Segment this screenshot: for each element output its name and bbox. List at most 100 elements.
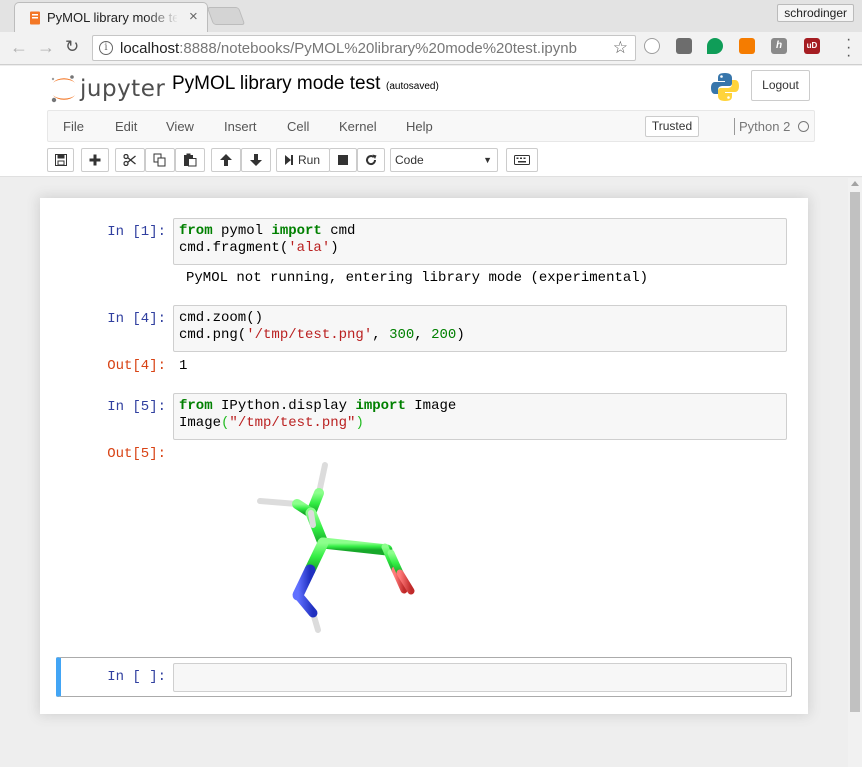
arrow-up-icon <box>220 154 232 166</box>
code-line: cmd.zoom() <box>179 310 263 326</box>
restart-kernel-button[interactable] <box>357 148 385 172</box>
jupyter-logo-text: jupyter <box>80 76 166 102</box>
move-down-button[interactable] <box>241 148 271 172</box>
code-cell-input[interactable]: cmd.zoom() cmd.png('/tmp/test.png', 300,… <box>173 305 787 352</box>
jupyter-notebook-favicon-icon <box>30 11 40 25</box>
menu-help[interactable]: Help <box>406 119 433 134</box>
cell-type-select[interactable]: Code ▼ <box>390 148 498 172</box>
code-token: 'ala' <box>288 240 331 256</box>
code-line: Image("/tmp/test.png") <box>179 415 364 431</box>
paste-button[interactable] <box>175 148 205 172</box>
menu-file[interactable]: File <box>63 119 84 134</box>
output-prompt: Out[4]: <box>107 358 166 374</box>
menu-cell[interactable]: Cell <box>287 119 309 134</box>
url-text: localhost:8888/notebooks/PyMOL%20library… <box>120 40 577 57</box>
code-token: ) <box>456 327 465 343</box>
refresh-icon <box>366 154 377 166</box>
trusted-indicator[interactable]: Trusted <box>645 116 699 137</box>
code-token: 300 <box>389 327 415 343</box>
code-token: cmd.fragment( <box>179 240 289 256</box>
command-palette-button[interactable] <box>506 148 538 172</box>
code-token: cmd.zoom() <box>179 310 264 326</box>
menu-view[interactable]: View <box>166 119 194 134</box>
stop-icon <box>338 155 348 165</box>
arrow-down-icon <box>250 154 262 166</box>
rss-ext-icon[interactable] <box>739 38 755 54</box>
notebook-title[interactable]: PyMOL library mode test <box>172 73 380 95</box>
chevron-down-icon: ▼ <box>483 155 492 165</box>
logout-button[interactable]: Logout <box>751 70 810 101</box>
jupyter-logo-icon <box>51 75 75 103</box>
scrollbar-thumb[interactable] <box>850 192 860 712</box>
molecule-bonds <box>257 462 415 633</box>
menu-kernel[interactable]: Kernel <box>339 119 377 134</box>
molecule-render-image <box>257 462 415 633</box>
cell-type-value: Code <box>395 153 424 167</box>
run-label: Run <box>298 153 321 167</box>
save-button[interactable] <box>47 148 74 172</box>
browser-toolbar: ← → ↻ i localhost:8888/notebooks/PyMOL%2… <box>0 32 862 65</box>
grey-ext-icon[interactable] <box>644 38 660 54</box>
cell-output-text: PyMOL not running, entering library mode… <box>186 270 649 286</box>
address-bar[interactable]: i localhost:8888/notebooks/PyMOL%20libra… <box>92 35 636 61</box>
browser-tab[interactable]: PyMOL library mode test × <box>14 2 208 32</box>
back-arrow-icon[interactable]: ← <box>10 37 28 57</box>
insert-cell-button[interactable] <box>81 148 109 172</box>
forward-arrow-icon[interactable]: → <box>37 37 55 57</box>
code-token: cmd <box>321 223 356 239</box>
save-icon <box>54 154 67 166</box>
paste-icon <box>184 153 197 167</box>
reload-icon[interactable]: ↻ <box>65 37 79 57</box>
menu-insert[interactable]: Insert <box>224 119 257 134</box>
code-token: ) <box>355 415 364 431</box>
jupyter-logo[interactable]: jupyter <box>50 72 166 106</box>
empty-code-cell-input[interactable] <box>173 663 787 692</box>
code-cell-input[interactable]: from IPython.display import Image Image(… <box>173 393 787 440</box>
cell-output-text: 1 <box>179 358 188 374</box>
interrupt-kernel-button[interactable] <box>329 148 357 172</box>
browser-profile-button[interactable]: schrodinger <box>777 4 854 22</box>
step-forward-icon <box>285 155 293 165</box>
copy-button[interactable] <box>145 148 175 172</box>
input-prompt: In [5]: <box>107 399 166 415</box>
scroll-up-icon[interactable] <box>851 181 859 186</box>
code-token: , <box>414 327 432 343</box>
green-drop-ext-icon[interactable] <box>707 38 723 54</box>
bookmark-star-icon[interactable]: ☆ <box>613 38 628 58</box>
code-token: IPython.display <box>212 398 356 414</box>
move-up-button[interactable] <box>211 148 241 172</box>
tab-title-fade <box>145 7 179 29</box>
code-token: ) <box>330 240 339 256</box>
h-ext-icon[interactable]: h <box>771 38 787 54</box>
notebook-menubar: File Edit View Insert Cell Kernel Help T… <box>47 110 815 142</box>
kernel-separator <box>734 118 735 135</box>
code-token: cmd.png( <box>179 327 247 343</box>
code-token: from <box>179 398 213 414</box>
ublock-ext-icon[interactable]: uD <box>804 38 820 54</box>
code-line: cmd.png('/tmp/test.png', 300, 200) <box>179 327 465 343</box>
autosave-status: (autosaved) <box>386 81 439 92</box>
code-token: "/tmp/test.png" <box>229 415 356 431</box>
browser-menu-icon[interactable]: · · · <box>846 32 851 64</box>
code-token: pymol <box>212 223 272 239</box>
pocket-ext-icon[interactable] <box>676 38 692 54</box>
input-prompt: In [1]: <box>107 224 166 240</box>
url-path: :8888/notebooks/PyMOL%20library%20mode%2… <box>179 40 577 57</box>
code-cell-input[interactable]: from pymol import cmd cmd.fragment('ala'… <box>173 218 787 265</box>
keyboard-icon <box>514 155 530 165</box>
tab-close-icon[interactable]: × <box>189 8 198 25</box>
cut-button[interactable] <box>115 148 145 172</box>
python-logo-icon <box>711 73 739 101</box>
new-tab-button[interactable] <box>206 7 246 25</box>
site-info-icon[interactable]: i <box>99 41 113 55</box>
page-scrollbar[interactable] <box>848 178 862 767</box>
run-cell-button[interactable]: Run <box>276 148 330 172</box>
code-token: import <box>355 398 406 414</box>
code-token: 200 <box>431 327 457 343</box>
code-line: cmd.fragment('ala') <box>179 240 339 256</box>
code-token: import <box>271 223 322 239</box>
browser-tab-strip: PyMOL library mode test × schrodinger <box>0 0 862 32</box>
kernel-name: Python 2 <box>739 119 791 134</box>
menu-edit[interactable]: Edit <box>115 119 137 134</box>
input-prompt: In [4]: <box>107 311 166 327</box>
